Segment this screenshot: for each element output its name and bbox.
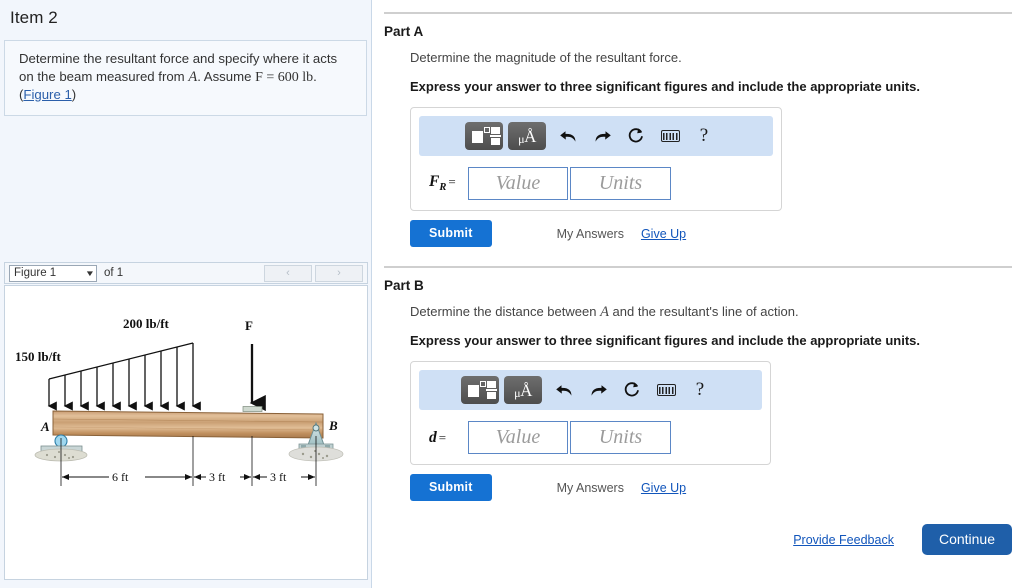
part-b-heading: Part B: [384, 278, 424, 293]
part-b-instruction: Express your answer to three significant…: [410, 333, 920, 348]
part-b-my-answers-link[interactable]: My Answers: [557, 481, 624, 495]
problem-statement-box: Determine the resultant force and specif…: [4, 40, 367, 116]
units-angstrom: Å: [524, 126, 536, 146]
problem-statement-text: Determine the resultant force and specif…: [19, 50, 354, 104]
template-icon[interactable]: [465, 122, 503, 150]
figure-select-value: Figure 1: [14, 267, 57, 279]
figure-1-link[interactable]: Figure 1: [23, 87, 71, 102]
part-a-answer-box: μÅ ? FR = Value Units: [410, 107, 782, 211]
provide-feedback-link[interactable]: Provide Feedback: [793, 533, 894, 547]
template-icon[interactable]: [461, 376, 499, 404]
part-a-my-answers-link[interactable]: My Answers: [557, 227, 624, 241]
page-root: Item 2 Determine the resultant force and…: [0, 0, 1024, 588]
part-b-prompt-point-a: A: [600, 304, 609, 320]
part-a-value-input[interactable]: Value: [468, 167, 568, 200]
part-b-body: Determine the distance between A and the…: [384, 304, 1012, 501]
part-b-answer-box: μÅ ? d = Value Units: [410, 361, 771, 465]
figure-nav-group: ‹ ›: [264, 264, 363, 282]
part-a-instruction: Express your answer to three significant…: [410, 79, 920, 94]
part-b-units-input[interactable]: Units: [570, 421, 671, 454]
figure-next-button[interactable]: ›: [315, 264, 363, 282]
figure-link-paren-close: ): [71, 87, 77, 102]
part-a-math-toolbar: μÅ ?: [419, 116, 773, 156]
dimension-label-1: 6 ft: [112, 470, 129, 484]
part-b-submit-button[interactable]: Submit: [410, 474, 492, 501]
part-a-prompt: Determine the magnitude of the resultant…: [410, 50, 682, 65]
part-a-units-input[interactable]: Units: [570, 167, 671, 200]
problem-line-1: Determine the resultant force and specif…: [19, 51, 338, 66]
part-b-give-up-link[interactable]: Give Up: [641, 481, 686, 495]
part-b-prompt-b: and the resultant's line of action.: [608, 304, 799, 319]
chevron-down-icon: ▼: [84, 268, 96, 278]
part-b-variable-label: d =: [429, 428, 447, 446]
help-icon[interactable]: ?: [683, 376, 717, 404]
problem-line-2c: .: [313, 68, 317, 84]
part-b-input-row: d = Value Units: [419, 421, 762, 454]
part-b-submit-row: Submit My Answers Give Up: [410, 474, 1012, 501]
keyboard-icon[interactable]: [653, 122, 687, 150]
help-icon[interactable]: ?: [687, 122, 721, 150]
label-force-F: F: [245, 318, 253, 333]
label-point-A: A: [40, 419, 50, 434]
problem-force-expression: F = 600 lb: [255, 69, 314, 85]
dimension-label-2: 3 ft: [209, 470, 226, 484]
redo-icon[interactable]: [585, 122, 619, 150]
figure-select[interactable]: Figure 1 ▼: [9, 264, 97, 282]
undo-icon[interactable]: [547, 376, 581, 404]
label-right-load: 200 lb/ft: [123, 316, 170, 331]
units-icon[interactable]: μÅ: [504, 376, 542, 404]
answer-panel: Part A Determine the magnitude of the re…: [372, 0, 1024, 588]
problem-line-2b: . Assume: [197, 68, 256, 84]
part-a-variable-label: FR =: [429, 173, 456, 194]
footer-actions: Provide Feedback Continue: [793, 524, 1012, 555]
part-a-heading: Part A: [384, 24, 424, 39]
part-a-units-placeholder: Units: [598, 172, 643, 194]
part-b-value-placeholder: Value: [495, 426, 541, 448]
figure-canvas[interactable]: 150 lb/ft 200 lb/ft F A B 6 ft 3 ft 3 ft: [4, 285, 368, 580]
part-a-body: Determine the magnitude of the resultant…: [384, 50, 1012, 247]
page-title: Item 2: [10, 8, 58, 27]
figure-prev-button[interactable]: ‹: [264, 264, 312, 282]
part-a-submit-row: Submit My Answers Give Up: [410, 220, 1012, 247]
problem-line-2a: on the beam measured from: [19, 68, 189, 84]
keyboard-icon[interactable]: [649, 376, 683, 404]
reset-icon[interactable]: [619, 122, 653, 150]
figure-count-label: of 1: [104, 267, 124, 279]
label-point-B: B: [328, 418, 338, 433]
continue-button[interactable]: Continue: [921, 524, 1012, 555]
part-b-prompt: Determine the distance between A and the…: [410, 304, 1012, 320]
beam-diagram: 150 lb/ft 200 lb/ft F A B 6 ft 3 ft 3 ft: [15, 316, 344, 486]
part-a-submit-button[interactable]: Submit: [410, 220, 492, 247]
part-a-give-up-link[interactable]: Give Up: [641, 227, 686, 241]
units-icon[interactable]: μÅ: [508, 122, 546, 150]
problem-sidebar: Item 2 Determine the resultant force and…: [0, 0, 372, 588]
part-b-math-toolbar: μÅ ?: [419, 370, 762, 410]
problem-point-a: A: [188, 68, 198, 85]
label-left-load: 150 lb/ft: [15, 349, 62, 364]
part-a-value-placeholder: Value: [495, 172, 541, 194]
part-b-prompt-a: Determine the distance between: [410, 304, 601, 319]
figure-toolbar: Figure 1 ▼ of 1 ‹ ›: [4, 262, 368, 284]
part-a-input-row: FR = Value Units: [419, 167, 773, 200]
units-angstrom: Å: [520, 380, 532, 400]
reset-icon[interactable]: [615, 376, 649, 404]
part-b-units-placeholder: Units: [598, 426, 643, 448]
undo-icon[interactable]: [551, 122, 585, 150]
part-b-value-input[interactable]: Value: [468, 421, 568, 454]
redo-icon[interactable]: [581, 376, 615, 404]
part-b-divider: [384, 266, 1012, 268]
part-a-divider: [384, 12, 1012, 14]
dimension-label-3: 3 ft: [270, 470, 287, 484]
